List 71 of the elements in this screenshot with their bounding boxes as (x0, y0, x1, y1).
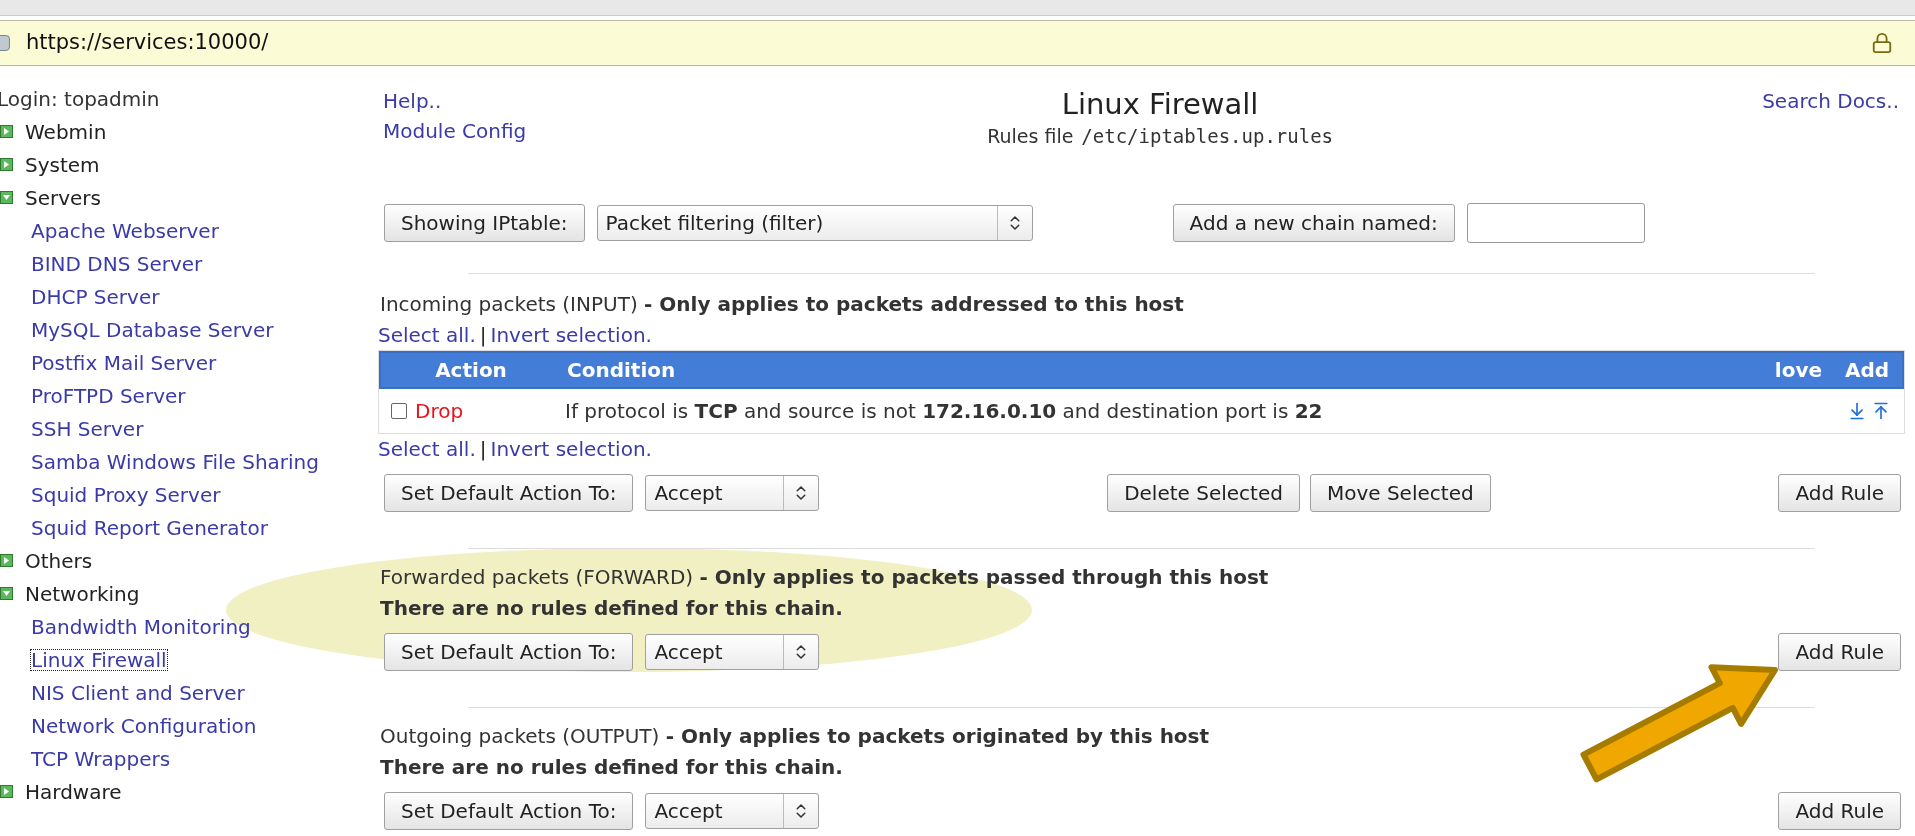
module-link[interactable]: TCP Wrappers (31, 748, 171, 769)
collapsed-icon[interactable] (0, 158, 13, 171)
header-link[interactable]: Help.. (383, 86, 678, 116)
search-docs-link[interactable]: Search Docs.. (1762, 86, 1905, 116)
lock-icon (1871, 32, 1893, 54)
category-link[interactable]: Servers (25, 182, 101, 213)
add-rule-button[interactable]: Add Rule (1778, 473, 1901, 512)
add-chain-button[interactable]: Add a new chain named: (1172, 203, 1455, 242)
category-link[interactable]: Webmin (25, 116, 107, 147)
module-link[interactable]: Network Configuration (31, 715, 257, 736)
chain-heading: Forwarded packets (FORWARD) - Only applies to packets passed through this host (380, 563, 1270, 591)
select-field[interactable]: Packet filtering (filter) (596, 204, 1033, 241)
add-rule-button[interactable]: Add Rule (1778, 791, 1901, 830)
module-link[interactable]: Apache Webserver (31, 220, 219, 241)
invert-selection-link[interactable]: Invert selection. (490, 433, 652, 464)
column-header: Condition (566, 356, 677, 384)
select-field[interactable]: Accept (645, 633, 820, 670)
separator-text: | (479, 321, 487, 349)
module-link[interactable]: MySQL Database Server (31, 319, 274, 340)
collapsed-icon[interactable] (0, 785, 13, 798)
address-bar[interactable]: https://services:10000/ (0, 20, 1915, 66)
category-link[interactable]: System (25, 149, 100, 180)
action-cell-text: Drop (415, 397, 464, 425)
chain-heading: Outgoing packets (OUTPUT) - Only applies to packets originated by this host (380, 722, 1211, 750)
module-link[interactable]: DHCP Server (31, 286, 160, 307)
action-button[interactable]: Delete Selected (1107, 473, 1300, 512)
set-default-action-button[interactable]: Set Default Action To: (384, 473, 634, 512)
module-link[interactable]: SSH Server (31, 418, 144, 439)
expanded-icon[interactable] (0, 191, 13, 204)
add-rule-button[interactable]: Add Rule (1778, 632, 1901, 671)
expanded-icon[interactable] (0, 587, 13, 600)
category-link[interactable]: Networking (25, 578, 140, 609)
category-link[interactable]: Hardware (25, 776, 122, 807)
select-field[interactable]: Accept (645, 792, 820, 829)
rules-file-label: Rules file (987, 124, 1074, 149)
column-header: Add (1843, 356, 1891, 384)
collapsed-icon[interactable] (0, 554, 13, 567)
chain-name-field[interactable] (1466, 202, 1645, 243)
collapsed-icon[interactable] (0, 125, 13, 138)
select-field[interactable]: Accept (645, 474, 820, 511)
module-link[interactable]: ProFTPD Server (31, 385, 186, 406)
module-link[interactable]: Linux Firewall (31, 649, 167, 670)
empty-message: There are no rules defined for this chain. (380, 594, 844, 622)
set-default-action-button[interactable]: Set Default Action To: (384, 791, 634, 830)
invert-selection-link[interactable]: Invert selection. (490, 319, 652, 350)
module-link[interactable]: Bandwidth Monitoring (31, 616, 251, 637)
category-link[interactable]: Others (25, 545, 93, 576)
select-all-link[interactable]: Select all. (378, 319, 476, 350)
page-title: Linux Firewall (1061, 86, 1259, 122)
set-default-action-button[interactable]: Set Default Action To: (384, 632, 634, 671)
separator-text: | (479, 435, 487, 463)
module-link[interactable]: NIS Client and Server (31, 682, 245, 703)
move-down-icon[interactable] (1847, 400, 1867, 421)
module-link[interactable]: BIND DNS Server (31, 253, 203, 274)
showing-iptable-button[interactable]: Showing IPtable: (384, 203, 585, 242)
action-button[interactable]: Move Selected (1309, 473, 1491, 512)
chain-heading: Incoming packets (INPUT) - Only applies to packets addressed to this host (380, 290, 1185, 318)
condition-cell-text: If protocol is TCP and source is not 172.16.0.10 and destination port is 22 (564, 397, 1324, 425)
module-link[interactable]: Squid Report Generator (31, 517, 268, 538)
row-checkbox[interactable] (391, 402, 407, 419)
select-all-link[interactable]: Select all. (378, 433, 476, 464)
column-header: Action (434, 356, 508, 384)
column-header: love (1773, 356, 1823, 384)
move-up-icon[interactable] (1871, 400, 1891, 421)
rules-file-path: /etc/iptables.up.rules (1081, 124, 1334, 149)
module-link[interactable]: Postfix Mail Server (31, 352, 217, 373)
module-link[interactable]: Samba Windows File Sharing (31, 451, 319, 472)
url-text: https://services:10000/ (26, 29, 270, 57)
module-link[interactable]: Squid Proxy Server (31, 484, 221, 505)
header-link[interactable]: Module Config (383, 116, 678, 146)
empty-message: There are no rules defined for this chain. (380, 753, 844, 781)
